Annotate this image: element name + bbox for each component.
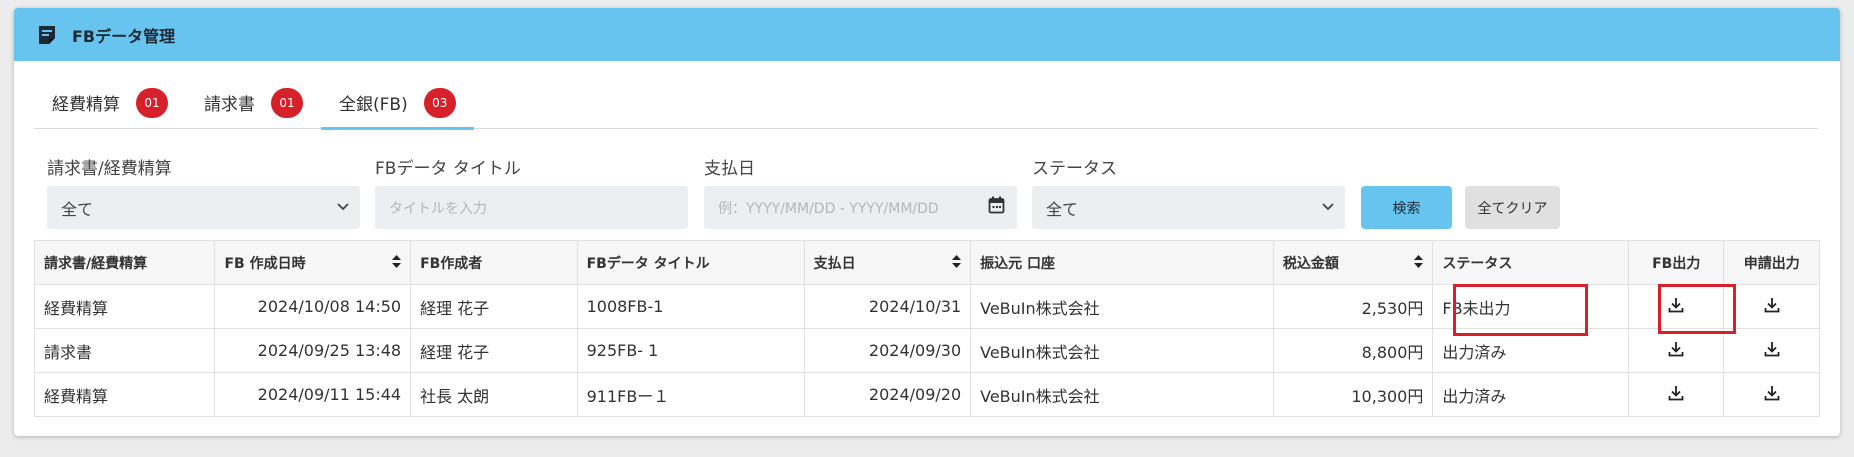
type-select-value: 全て bbox=[61, 199, 94, 219]
status-filter-label: ステータス bbox=[1032, 159, 1117, 179]
sort-icon[interactable] bbox=[952, 254, 962, 268]
document-icon bbox=[36, 23, 60, 47]
title-input[interactable]: タイトルを入力 bbox=[375, 186, 688, 229]
status-select-value: 全て bbox=[1046, 199, 1079, 219]
tab-bar: 経費精算 01 請求書 01 全銀(FB) 03 bbox=[34, 76, 1818, 130]
tab-label: 請求書 bbox=[204, 95, 255, 115]
download-icon[interactable] bbox=[1764, 297, 1780, 317]
count-badge: 01 bbox=[136, 87, 168, 118]
filter-panel: 請求書/経費精算 全て FBデータ タイトル タイトルを入力 支払日 例：YYY… bbox=[34, 148, 1838, 229]
col-header-paydate[interactable]: 支払日 bbox=[803, 240, 972, 285]
col-header-type: 請求書/経費精算 bbox=[33, 240, 216, 285]
clear-all-button[interactable]: 全てクリア bbox=[1465, 186, 1560, 229]
col-header-status: ステータス bbox=[1432, 240, 1629, 285]
title-filter-label: FBデータ タイトル bbox=[375, 159, 521, 179]
page-title: FBデータ管理 bbox=[72, 26, 176, 46]
cell-account: VeBuIn株式会社 bbox=[970, 284, 1274, 329]
cell-account: VeBuIn株式会社 bbox=[970, 328, 1274, 373]
cell-request-output bbox=[1723, 284, 1820, 329]
download-icon[interactable] bbox=[1668, 385, 1684, 405]
col-header-amount[interactable]: 税込金額 bbox=[1272, 240, 1434, 285]
paydate-filter-label: 支払日 bbox=[704, 159, 755, 179]
cell-title: 1008FB-1 bbox=[576, 284, 805, 329]
cell-type: 経費精算 bbox=[33, 372, 216, 417]
cell-paydate: 2024/09/30 bbox=[803, 328, 972, 373]
title-input-placeholder: タイトルを入力 bbox=[389, 200, 487, 217]
sort-icon[interactable] bbox=[392, 254, 402, 268]
cell-created: 2024/09/11 15:44 bbox=[214, 372, 412, 417]
status-select[interactable]: 全て bbox=[1032, 186, 1345, 229]
tab-label: 全銀(FB) bbox=[339, 95, 408, 115]
search-button[interactable]: 検索 bbox=[1361, 186, 1452, 229]
cell-type: 請求書 bbox=[33, 328, 216, 373]
cell-request-output bbox=[1723, 328, 1820, 373]
cell-created: 2024/09/25 13:48 bbox=[214, 328, 412, 373]
cell-creator: 経理 花子 bbox=[410, 284, 578, 329]
cell-type: 経費精算 bbox=[33, 284, 216, 329]
paydate-range-input[interactable]: 例：YYYY/MM/DD - YYYY/MM/DD bbox=[704, 186, 1017, 229]
paydate-input-placeholder: 例：YYYY/MM/DD - YYYY/MM/DD bbox=[718, 200, 939, 217]
cell-fb-output bbox=[1627, 372, 1725, 417]
type-filter-label: 請求書/経費精算 bbox=[47, 159, 172, 179]
status-highlight-box bbox=[1453, 284, 1588, 336]
download-icon[interactable] bbox=[1668, 341, 1684, 361]
fb-output-highlight-box bbox=[1658, 284, 1736, 334]
tab-invoice[interactable]: 請求書 01 bbox=[186, 76, 321, 129]
calendar-icon[interactable] bbox=[988, 196, 1005, 218]
cell-paydate: 2024/10/31 bbox=[803, 284, 972, 329]
cell-fb-output bbox=[1627, 328, 1725, 373]
fb-data-card: FBデータ管理 経費精算 01 請求書 01 全銀(FB) 03 請求書/経費精… bbox=[14, 8, 1840, 436]
chevron-down-icon bbox=[1321, 199, 1335, 217]
chevron-down-icon bbox=[336, 199, 350, 217]
cell-created: 2024/10/08 14:50 bbox=[214, 284, 412, 329]
cell-amount: 10,300円 bbox=[1272, 372, 1434, 417]
col-header-request-output: 申請出力 bbox=[1723, 240, 1820, 285]
cell-request-output bbox=[1723, 372, 1820, 417]
tab-label: 経費精算 bbox=[52, 95, 120, 115]
tab-zengin-fb[interactable]: 全銀(FB) 03 bbox=[321, 76, 474, 130]
cell-status: 出力済み bbox=[1432, 372, 1629, 417]
cell-title: 911FBー１ bbox=[576, 372, 805, 417]
download-icon[interactable] bbox=[1764, 385, 1780, 405]
card-header: FBデータ管理 bbox=[14, 8, 1840, 61]
table-header-row: 請求書/経費精算 FB 作成日時 FB作成者 FBデータ タイトル 支払日 振込… bbox=[33, 240, 1820, 285]
col-header-title: FBデータ タイトル bbox=[576, 240, 805, 285]
download-icon[interactable] bbox=[1764, 341, 1780, 361]
cell-amount: 2,530円 bbox=[1272, 284, 1434, 329]
col-header-created[interactable]: FB 作成日時 bbox=[214, 240, 412, 285]
col-header-creator: FB作成者 bbox=[410, 240, 578, 285]
cell-creator: 社長 太朗 bbox=[410, 372, 578, 417]
table-row: 経費精算 2024/09/11 15:44 社長 太朗 911FBー１ 2024… bbox=[33, 372, 1820, 417]
count-badge: 03 bbox=[423, 87, 456, 118]
type-select[interactable]: 全て bbox=[47, 186, 360, 229]
cell-creator: 経理 花子 bbox=[410, 328, 578, 373]
tab-expense[interactable]: 経費精算 01 bbox=[34, 76, 186, 129]
cell-title: 925FB- 1 bbox=[576, 328, 805, 373]
col-header-account: 振込元 口座 bbox=[970, 240, 1274, 285]
sort-icon[interactable] bbox=[1414, 254, 1424, 268]
cell-account: VeBuIn株式会社 bbox=[970, 372, 1274, 417]
col-header-fb-output: FB出力 bbox=[1627, 240, 1725, 285]
count-badge: 01 bbox=[271, 87, 303, 118]
cell-paydate: 2024/09/20 bbox=[803, 372, 972, 417]
cell-amount: 8,800円 bbox=[1272, 328, 1434, 373]
